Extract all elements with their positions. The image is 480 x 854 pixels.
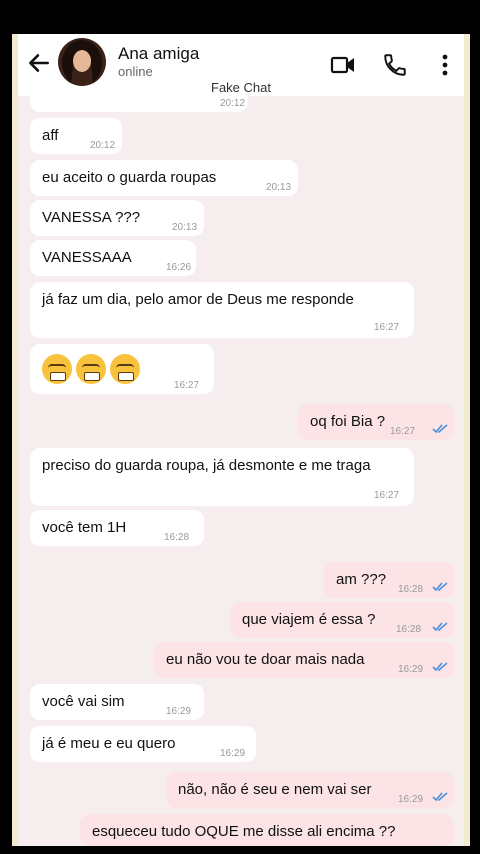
outgoing-message[interactable]: am ??? 16:28 [324, 562, 454, 598]
double-check-icon [432, 424, 448, 434]
double-check-icon [432, 792, 448, 802]
message-time: 16:27 [374, 322, 400, 333]
chat-area: Ana amiga online Fake Chat VANESSA ESTÁ … [18, 34, 464, 846]
double-check-icon [432, 662, 448, 672]
message-time: 16:27 [174, 380, 200, 391]
message-time: 20:13 [266, 182, 292, 193]
message-time: 16:28 [398, 584, 424, 595]
message-text: aff [42, 127, 59, 144]
incoming-message[interactable]: você vai sim 16:29 [30, 684, 204, 720]
incoming-message[interactable]: 16:27 [30, 344, 214, 394]
message-text: oq foi Bia ? [310, 413, 386, 430]
message-text: já é meu e eu quero [42, 735, 176, 752]
message-text: não, não é seu e nem vai ser [178, 781, 372, 798]
message-time: 16:28 [164, 532, 190, 543]
message-time: 20:12 [220, 98, 246, 109]
kebab-menu-icon[interactable] [432, 52, 458, 78]
incoming-message[interactable]: VANESSA ??? 20:13 [30, 200, 204, 236]
incoming-message[interactable]: aff 20:12 [30, 118, 122, 154]
fake-chat-watermark: Fake Chat [211, 80, 271, 95]
message-text: preciso do guarda roupa, já desmonte e m… [42, 457, 371, 474]
incoming-message[interactable]: você tem 1H 16:28 [30, 510, 204, 546]
double-check-icon [432, 622, 448, 632]
message-time: 16:27 [374, 490, 400, 501]
message-text: que viajem é essa ? [242, 611, 376, 628]
arrow-left-icon[interactable] [26, 50, 52, 76]
avatar[interactable] [58, 38, 106, 86]
incoming-message[interactable]: eu aceito o guarda roupas 20:13 [30, 160, 298, 196]
incoming-message[interactable]: VANESSAAA 16:26 [30, 240, 196, 276]
message-text: VANESSA ??? [42, 209, 141, 226]
message-text: am ??? [336, 571, 387, 588]
message-text: eu não vou te doar mais nada [166, 651, 365, 668]
phone-frame: Ana amiga online Fake Chat VANESSA ESTÁ … [12, 34, 470, 846]
outgoing-message[interactable]: não, não é seu e nem vai ser 16:29 [166, 772, 454, 808]
incoming-message[interactable]: já é meu e eu quero 16:29 [30, 726, 256, 762]
message-time: 16:28 [396, 624, 422, 635]
double-check-icon [432, 582, 448, 592]
video-call-icon[interactable] [330, 52, 356, 78]
contact-status: online [118, 64, 153, 79]
outgoing-message[interactable]: que viajem é essa ? 16:28 [230, 602, 454, 638]
message-text: esqueceu tudo OQUE me disse ali encima ?… [92, 823, 396, 840]
message-time: 16:29 [398, 664, 424, 675]
message-time: 20:13 [172, 222, 198, 233]
outgoing-message[interactable]: oq foi Bia ? 16:27 [298, 404, 454, 440]
incoming-message[interactable]: preciso do guarda roupa, já desmonte e m… [30, 448, 414, 506]
angry-emoji-icon [42, 354, 144, 390]
phone-icon[interactable] [382, 52, 408, 78]
message-text: eu aceito o guarda roupas [42, 169, 217, 186]
message-text: já faz um dia, pelo amor de Deus me resp… [42, 291, 354, 308]
message-text: você tem 1H [42, 519, 127, 536]
message-text: VANESSAAA [42, 249, 132, 266]
message-time: 16:27 [390, 426, 416, 437]
outgoing-message[interactable]: eu não vou te doar mais nada 16:29 [154, 642, 454, 678]
outgoing-message[interactable]: esqueceu tudo OQUE me disse ali encima ?… [80, 814, 454, 846]
message-time: 16:29 [398, 794, 424, 805]
message-time: 16:29 [220, 748, 246, 759]
message-time: 20:12 [90, 140, 116, 151]
message-time: 16:29 [166, 706, 192, 717]
contact-name[interactable]: Ana amiga [118, 44, 199, 64]
message-time: 16:26 [166, 262, 192, 273]
incoming-message[interactable]: já faz um dia, pelo amor de Deus me resp… [30, 282, 414, 338]
message-text: você vai sim [42, 693, 125, 710]
